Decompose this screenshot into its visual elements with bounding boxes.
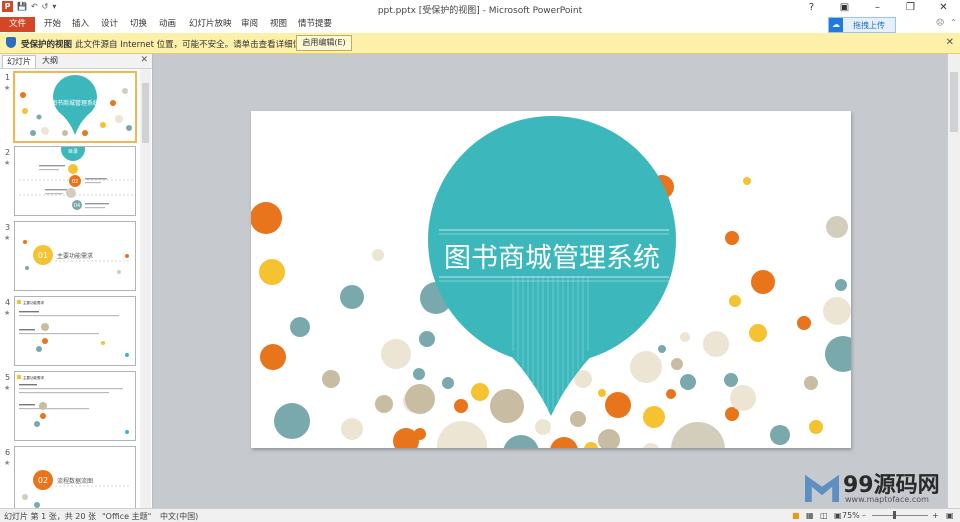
thumbnail-1-title: 图书商城管理系统 — [51, 99, 99, 107]
watermark-logo-icon — [805, 474, 839, 502]
shield-icon — [6, 37, 16, 48]
slides-panel: 幻灯片 大纲 ✕ 1 ★ 图书商城管理系统 2 ★ 目录 02 04 3 ★ 0… — [0, 54, 153, 508]
scrollbar-thumb[interactable] — [142, 83, 149, 143]
close-icon[interactable]: ✕ — [946, 37, 954, 48]
slide-number: 6 — [5, 448, 11, 457]
thumbnail-scrollbar[interactable] — [140, 69, 151, 508]
thumbnail-2-item-4: 04 — [74, 203, 80, 209]
animation-star-icon: ★ — [4, 84, 11, 92]
current-slide[interactable]: 图书商城管理系统 — [251, 111, 851, 448]
zoom-slider[interactable] — [872, 515, 928, 516]
zoom-out-icon[interactable]: – — [862, 511, 866, 520]
thumbnail-1-art: 图书商城管理系统 — [20, 75, 132, 136]
slide-thumbnail-1[interactable]: 图书商城管理系统 — [13, 71, 137, 143]
slide-thumbnail-3[interactable]: 01 主要功能需求 — [14, 221, 136, 291]
animation-star-icon: ★ — [4, 459, 11, 467]
slide-count-status: 幻灯片 第 1 张，共 20 张 — [4, 512, 96, 521]
protected-view-title: 受保护的视图 — [21, 40, 73, 50]
tab-review[interactable]: 审阅 — [241, 18, 258, 31]
slide-number: 3 — [5, 223, 11, 232]
slide-thumbnail-4[interactable]: 主要功能需求 — [14, 296, 136, 366]
tab-slides[interactable]: 幻灯片 — [2, 55, 36, 68]
thumbnail-4-title: 主要功能需求 — [23, 300, 44, 305]
upload-button[interactable]: ☁ 拖拽上传 — [828, 17, 896, 33]
enable-editing-button[interactable]: 启用编辑(E) — [296, 35, 352, 51]
thumbnail-2-art: 目录 02 04 — [19, 147, 133, 210]
thumbnail-6-title: 流程数据流图 — [57, 477, 93, 485]
thumbnail-3-art: 01 主要功能需求 — [23, 240, 131, 274]
theme-status: "Office 主题" — [102, 512, 152, 521]
fit-to-window-icon[interactable]: ▣ — [946, 511, 954, 520]
slideshow-icon[interactable]: ▣ — [834, 511, 842, 520]
tab-view[interactable]: 视图 — [270, 18, 287, 31]
tab-home[interactable]: 开始 — [44, 18, 61, 31]
window-controls: ? ▣ – ❐ ✕ — [795, 0, 960, 16]
thumbnail-3-badge: 01 — [38, 251, 48, 260]
ribbon-tabs: 文件 开始 插入 设计 切换 动画 幻灯片放映 审阅 视图 情节提要 — [0, 16, 960, 34]
slide-sorter-icon[interactable]: ▦ — [806, 511, 814, 520]
tab-outline[interactable]: 大纲 — [38, 55, 62, 67]
tab-animations[interactable]: 动画 — [159, 18, 176, 31]
collapse-ribbon-icon[interactable]: ⌃ — [950, 18, 957, 27]
slide-thumbnail-5[interactable]: 主要功能需求 — [14, 371, 136, 441]
normal-view-icon[interactable]: ■ — [792, 511, 800, 520]
close-icon[interactable]: ✕ — [927, 0, 960, 16]
thumbnail-3-title: 主要功能需求 — [57, 252, 93, 260]
help-icon[interactable]: ☹ — [936, 18, 944, 27]
thumbnail-6-art: 02 流程数据流图 — [22, 470, 131, 508]
animation-star-icon: ★ — [4, 234, 11, 242]
language-status[interactable]: 中文(中国) — [160, 511, 198, 522]
watermark-url: www.maptoface.com — [845, 495, 929, 504]
tab-transitions[interactable]: 切换 — [130, 18, 147, 31]
tab-design[interactable]: 设计 — [101, 18, 118, 31]
canvas-scrollbar[interactable] — [948, 54, 960, 508]
thumbnail-5-art: 主要功能需求 — [17, 375, 129, 434]
protected-view-message[interactable]: 此文件源自 Internet 位置，可能不安全。请单击查看详细信息。 — [75, 38, 318, 50]
zoom-slider-handle[interactable] — [893, 511, 896, 519]
thumbnail-4-art: 主要功能需求 — [17, 300, 129, 357]
title-bar: P 💾 ↶ ↺ ▾ ppt.pptx [受保护的视图] - Microsoft … — [0, 0, 960, 16]
slide-number: 2 — [5, 148, 11, 157]
cloud-icon: ☁ — [829, 18, 843, 32]
tab-file[interactable]: 文件 — [0, 17, 35, 32]
reading-view-icon[interactable]: ◫ — [820, 511, 828, 520]
site-watermark: 99源码网 www.maptoface.com — [805, 466, 955, 508]
panel-tabs: 幻灯片 大纲 ✕ — [0, 54, 152, 69]
thumbnail-2-item-2: 02 — [72, 179, 78, 185]
tab-storyboarding[interactable]: 情节提要 — [298, 18, 332, 31]
slide-number: 4 — [5, 298, 11, 307]
tab-insert[interactable]: 插入 — [72, 18, 89, 31]
slide-title: 图书商城管理系统 — [444, 243, 660, 274]
thumbnail-6-badge: 02 — [38, 476, 48, 485]
slide-artwork: 图书商城管理系统 — [251, 116, 851, 448]
help-question-icon[interactable]: ? — [795, 0, 828, 16]
animation-star-icon: ★ — [4, 309, 11, 317]
minimize-icon[interactable]: – — [861, 0, 894, 16]
slide-thumbnail-6[interactable]: 02 流程数据流图 — [14, 446, 136, 508]
animation-star-icon: ★ — [4, 159, 11, 167]
zoom-level[interactable]: 75% — [842, 511, 860, 520]
thumbnail-list: 1 ★ 图书商城管理系统 2 ★ 目录 02 04 3 ★ 01 主要功能需求 … — [0, 69, 140, 508]
scrollbar-thumb[interactable] — [950, 72, 958, 132]
protected-view-bar: 受保护的视图 此文件源自 Internet 位置，可能不安全。请单击查看详细信息… — [0, 33, 960, 54]
status-bar: 幻灯片 第 1 张，共 20 张 "Office 主题" 中文(中国) ■ ▦ … — [0, 508, 960, 522]
upload-label: 拖拽上传 — [853, 20, 885, 30]
slide-thumbnail-2[interactable]: 目录 02 04 — [14, 146, 136, 216]
thumbnail-5-title: 主要功能需求 — [23, 375, 44, 380]
ribbon-display-icon[interactable]: ▣ — [828, 0, 861, 16]
close-panel-icon[interactable]: ✕ — [140, 55, 148, 65]
slide-number: 5 — [5, 373, 11, 382]
animation-star-icon: ★ — [4, 384, 11, 392]
restore-icon[interactable]: ❐ — [894, 0, 927, 16]
tab-slideshow[interactable]: 幻灯片放映 — [189, 18, 232, 31]
zoom-in-icon[interactable]: + — [932, 511, 939, 520]
thumbnail-2-title: 目录 — [68, 148, 78, 155]
slide-number: 1 — [5, 73, 11, 82]
